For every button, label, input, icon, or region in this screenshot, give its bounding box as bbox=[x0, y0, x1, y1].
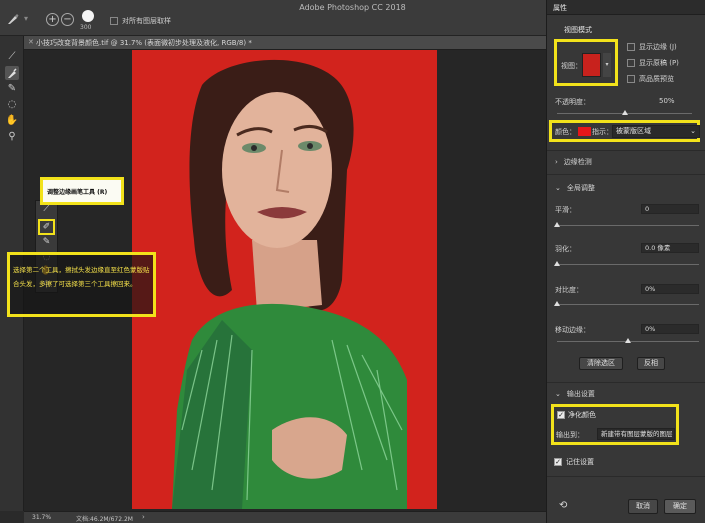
chevron-down-icon: ⌄ bbox=[690, 127, 696, 135]
tool-preset-dropdown-icon[interactable]: ▾ bbox=[24, 14, 28, 23]
sample-all-layers-label: 对所有图层取样 bbox=[122, 17, 171, 25]
output-settings-label: 输出设置 bbox=[566, 390, 595, 398]
divider bbox=[547, 476, 705, 477]
portrait-photo[interactable] bbox=[132, 50, 437, 509]
output-settings-group: ✓ 净化颜色 输出到： 新建带有图层蒙版的图层 bbox=[551, 404, 679, 445]
contract-brush-icon[interactable]: − bbox=[61, 13, 74, 26]
contrast-label: 对比度： bbox=[555, 286, 583, 294]
chevron-right-icon: › bbox=[555, 158, 558, 166]
divider bbox=[547, 382, 705, 383]
global-refine-section[interactable]: ⌄ 全局调整 bbox=[555, 183, 595, 193]
feather-field[interactable]: 0.0 像素 bbox=[641, 243, 699, 253]
view-mode-control: 视图： ▾ bbox=[554, 39, 618, 86]
high-quality-label: 高品质预览 bbox=[639, 75, 674, 83]
annotation-note: 选择第二个工具，擦拭头发边缘直至红色蒙版贴合头发，多擦了可选择第三个工具擦回来。 bbox=[7, 252, 156, 317]
sample-all-layers-checkbox[interactable]: 对所有图层取样 bbox=[110, 16, 171, 26]
divider bbox=[547, 174, 705, 175]
document-info: 文档:46.2M/672.2M bbox=[76, 516, 133, 523]
checkbox-box[interactable] bbox=[627, 43, 635, 51]
mask-color-swatch[interactable] bbox=[578, 127, 591, 136]
show-original-label: 显示原稿 (P) bbox=[639, 59, 679, 67]
status-menu-icon[interactable]: › bbox=[142, 513, 145, 521]
opacity-slider-thumb[interactable] bbox=[621, 110, 628, 115]
checkbox-box[interactable] bbox=[627, 59, 635, 67]
feather-slider-thumb[interactable] bbox=[554, 261, 560, 266]
chevron-down-icon[interactable]: ▾ bbox=[603, 53, 611, 77]
opacity-label: 不透明度： bbox=[555, 98, 590, 106]
properties-panel: 属性 视图模式 视图： ▾ 显示边缘 (J) 显示原稿 (P) 高品质预览 不透… bbox=[546, 0, 705, 523]
contrast-slider-track[interactable] bbox=[557, 304, 699, 305]
brush-tool-icon[interactable] bbox=[6, 12, 20, 28]
view-label: 视图： bbox=[561, 62, 582, 70]
checkbox-box[interactable] bbox=[627, 75, 635, 83]
hint-select-value: 被蒙版区域 bbox=[616, 127, 651, 135]
brush-icon[interactable]: ✎ bbox=[5, 82, 19, 96]
smooth-slider-thumb[interactable] bbox=[554, 222, 560, 227]
output-to-label: 输出到： bbox=[556, 431, 584, 439]
divider bbox=[547, 150, 705, 151]
chevron-down-icon: ⌄ bbox=[555, 184, 561, 192]
edge-detection-label: 边缘检测 bbox=[563, 158, 592, 166]
output-to-value: 新建带有图层蒙版的图层 bbox=[601, 430, 673, 438]
global-refine-label: 全局调整 bbox=[566, 184, 595, 192]
checkbox-checked[interactable]: ✓ bbox=[554, 458, 562, 466]
hand-icon[interactable]: ✋ bbox=[5, 114, 19, 128]
show-original-checkbox[interactable]: 显示原稿 (P) bbox=[627, 58, 679, 68]
decontaminate-label: 净化颜色 bbox=[568, 411, 596, 419]
annotation-text: 选择第二个工具，擦拭头发边缘直至红色蒙版贴合头发，多擦了可选择第三个工具擦回来。 bbox=[13, 266, 150, 288]
shift-edge-field[interactable]: 0% bbox=[641, 324, 699, 334]
contrast-field[interactable]: 0% bbox=[641, 284, 699, 294]
output-settings-section[interactable]: ⌄ 输出设置 bbox=[555, 389, 595, 399]
smooth-label: 平滑： bbox=[555, 206, 576, 214]
opacity-value[interactable]: 50% bbox=[659, 97, 675, 105]
checkbox-checked[interactable]: ✓ bbox=[557, 411, 565, 419]
show-edge-checkbox[interactable]: 显示边缘 (J) bbox=[627, 42, 677, 52]
status-bar: 31.7% 文档:46.2M/672.2M › bbox=[24, 511, 546, 523]
feather-label: 羽化： bbox=[555, 245, 576, 253]
tool-tooltip: 调整边缘画笔工具 (R) bbox=[40, 177, 124, 205]
close-tab-icon[interactable]: ✕ bbox=[28, 38, 34, 46]
color-hint-control: 颜色： 指示： 被蒙版区域 ⌄ bbox=[549, 120, 700, 142]
high-quality-checkbox[interactable]: 高品质预览 bbox=[627, 74, 674, 84]
ok-button[interactable]: 确定 bbox=[664, 499, 696, 514]
remember-settings-checkbox[interactable]: ✓ 记住设置 bbox=[554, 457, 594, 467]
view-mode-heading: 视图模式 bbox=[564, 26, 592, 34]
expand-brush-icon[interactable]: + bbox=[46, 13, 59, 26]
zoom-icon[interactable]: ⚲ bbox=[5, 130, 19, 144]
reset-icon[interactable]: ⟲ bbox=[559, 500, 567, 511]
checkbox-box[interactable] bbox=[110, 17, 118, 25]
edge-detection-section[interactable]: › 边缘检测 bbox=[555, 157, 592, 167]
view-thumbnail[interactable] bbox=[582, 53, 601, 77]
feather-slider-track[interactable] bbox=[557, 264, 699, 265]
zoom-level[interactable]: 31.7% bbox=[32, 514, 51, 521]
smooth-slider-track[interactable] bbox=[557, 225, 699, 226]
document-tab-label: 小技巧改变背景颜色.tif @ 31.7% (表面微初步处理及液化, RGB/8… bbox=[36, 39, 252, 47]
brush-tool-icon[interactable]: ✎ bbox=[40, 236, 53, 249]
output-to-select[interactable]: 新建带有图层蒙版的图层 bbox=[597, 428, 675, 440]
properties-tab[interactable]: 属性 bbox=[547, 0, 705, 15]
refine-edge-brush-icon[interactable] bbox=[5, 66, 19, 80]
shift-edge-slider-thumb[interactable] bbox=[625, 338, 631, 343]
remember-settings-label: 记住设置 bbox=[566, 458, 594, 466]
color-label: 颜色： bbox=[555, 128, 576, 136]
refine-edge-brush-tool-icon[interactable]: ✐ bbox=[38, 219, 55, 235]
clear-selection-button[interactable]: 清除选区 bbox=[579, 357, 623, 370]
show-edge-label: 显示边缘 (J) bbox=[639, 43, 677, 51]
contrast-slider-thumb[interactable] bbox=[554, 301, 560, 306]
invert-button[interactable]: 反相 bbox=[637, 357, 665, 370]
properties-tab-label: 属性 bbox=[553, 4, 567, 12]
document-tab[interactable]: ✕ 小技巧改变背景颜色.tif @ 31.7% (表面微初步处理及液化, RGB… bbox=[24, 36, 546, 50]
shift-edge-label: 移动边缘： bbox=[555, 326, 590, 334]
smooth-field[interactable]: 0 bbox=[641, 204, 699, 214]
lasso-icon[interactable]: ◌ bbox=[5, 98, 19, 112]
hint-select[interactable]: 被蒙版区域 ⌄ bbox=[612, 125, 700, 138]
quick-selection-icon[interactable]: ⟋ bbox=[5, 50, 19, 64]
chevron-down-icon: ⌄ bbox=[555, 390, 561, 398]
brush-preview[interactable] bbox=[82, 10, 94, 22]
decontaminate-checkbox[interactable]: ✓ 净化颜色 bbox=[557, 410, 596, 420]
cancel-button[interactable]: 取消 bbox=[628, 499, 658, 514]
brush-size: 300 bbox=[80, 24, 92, 31]
hint-label: 指示： bbox=[592, 128, 613, 136]
